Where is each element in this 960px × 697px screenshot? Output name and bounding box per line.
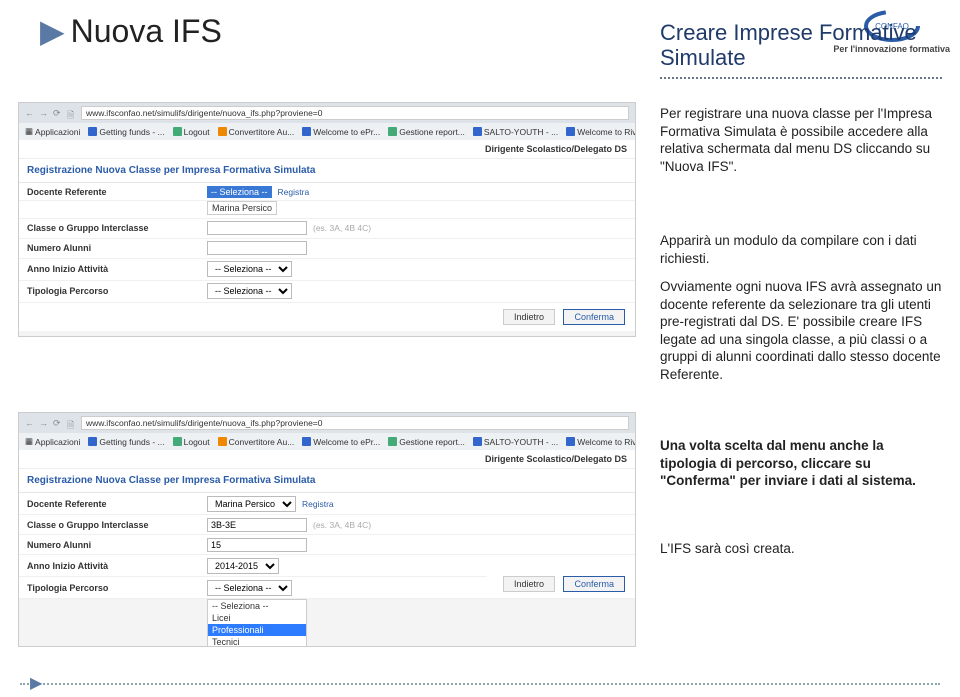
bookmark-item[interactable]: Welcome to Riv... — [566, 127, 636, 137]
label-classe: Classe o Gruppo Interclasse — [27, 223, 207, 233]
heading-rule-icon — [660, 77, 942, 79]
docente-select-open[interactable]: -- Seleziona -- — [207, 186, 272, 198]
file-icon: 🗎 — [67, 108, 77, 118]
bookmark-item[interactable]: Convertitore Au... — [218, 127, 295, 137]
footer-rule-icon — [20, 683, 940, 685]
dropdown-option[interactable]: Tecnici — [208, 636, 306, 647]
dropdown-option[interactable]: -- Seleziona -- — [208, 600, 306, 612]
label-numero: Numero Alunni — [27, 540, 207, 550]
grid-icon: ▦ — [25, 126, 33, 137]
side-heading: Creare Imprese Formative Simulate — [660, 20, 942, 79]
indietro-button[interactable]: Indietro — [503, 576, 555, 592]
dropdown-option-selected[interactable]: Professionali — [208, 624, 306, 636]
bookmark-item[interactable]: SALTO-YOUTH - ... — [473, 437, 558, 447]
conferma-button[interactable]: Conferma — [563, 576, 625, 592]
paragraph-intro: Per registrare una nuova classe per l'Im… — [660, 105, 942, 175]
tipologia-select[interactable]: -- Seleziona -- — [207, 283, 292, 299]
address-bar[interactable]: www.ifsconfao.net/simulifs/dirigente/nuo… — [81, 416, 629, 430]
paragraph-form: Apparirà un modulo da compilare con i da… — [660, 232, 942, 267]
forward-icon[interactable]: → — [39, 108, 49, 118]
bookmark-item[interactable]: Gestione report... — [388, 127, 465, 137]
numero-input[interactable] — [207, 538, 307, 552]
grid-icon: ▦ — [25, 436, 33, 447]
classe-input[interactable] — [207, 221, 307, 235]
paragraph-created: L'IFS sarà così creata. — [660, 540, 942, 558]
bookmark-apps[interactable]: ▦Applicazioni — [25, 436, 80, 447]
bookmark-item[interactable]: Getting funds - ... — [88, 127, 164, 137]
bookmark-item[interactable]: Logout — [173, 127, 210, 137]
bookmark-item[interactable]: SALTO-YOUTH - ... — [473, 127, 558, 137]
indietro-button[interactable]: Indietro — [503, 309, 555, 325]
footer-bullet-icon: ▶ — [30, 673, 42, 693]
label-classe: Classe o Gruppo Interclasse — [27, 520, 207, 530]
bookmarks-bar: ▦Applicazioni Getting funds - ... Logout… — [19, 123, 635, 140]
registra-link[interactable]: Registra — [278, 187, 310, 197]
tipologia-select[interactable]: -- Seleziona -- — [207, 580, 292, 596]
label-tipologia: Tipologia Percorso — [27, 286, 207, 296]
form-title: Registrazione Nuova Classe per Impresa F… — [19, 469, 635, 493]
label-numero: Numero Alunni — [27, 243, 207, 253]
bookmark-item[interactable]: Welcome to Riv... — [566, 437, 636, 447]
classe-hint: (es. 3A, 4B 4C) — [313, 223, 371, 233]
dropdown-option[interactable]: Licei — [208, 612, 306, 624]
bookmark-apps[interactable]: ▦Applicazioni — [25, 126, 80, 137]
bookmarks-bar: ▦Applicazioni Getting funds - ... Logout… — [19, 433, 635, 450]
address-bar[interactable]: www.ifsconfao.net/simulifs/dirigente/nuo… — [81, 106, 629, 120]
tipologia-dropdown-open[interactable]: -- Seleziona -- Licei Professionali Tecn… — [207, 599, 307, 647]
paragraph-conferma: Una volta scelta dal menu anche la tipol… — [660, 437, 942, 490]
paragraph-referente: Ovviamente ogni nuova IFS avrà assegnato… — [660, 278, 942, 383]
bookmark-item[interactable]: Logout — [173, 437, 210, 447]
bookmark-item[interactable]: Getting funds - ... — [88, 437, 164, 447]
numero-input[interactable] — [207, 241, 307, 255]
anno-select[interactable]: 2014-2015 — [207, 558, 279, 574]
conferma-button[interactable]: Conferma — [563, 309, 625, 325]
title-bullet-icon: ▶ — [40, 13, 65, 49]
registra-link[interactable]: Registra — [302, 499, 334, 509]
bookmark-item[interactable]: Welcome to ePr... — [302, 437, 380, 447]
back-icon[interactable]: ← — [25, 108, 35, 118]
page-title: ▶Nuova IFS — [40, 12, 222, 50]
label-docente: Docente Referente — [27, 499, 207, 509]
screenshot-empty-form: ← → ⟳ 🗎 www.ifsconfao.net/simulifs/dirig… — [18, 102, 636, 337]
docente-select[interactable]: Marina Persico — [207, 496, 296, 512]
screenshot-filled-form: ← → ⟳ 🗎 www.ifsconfao.net/simulifs/dirig… — [18, 412, 636, 647]
forward-icon[interactable]: → — [39, 418, 49, 428]
classe-hint: (es. 3A, 4B 4C) — [313, 520, 371, 530]
role-bar: Dirigente Scolastico/Delegato DS — [19, 450, 635, 469]
bookmark-item[interactable]: Gestione report... — [388, 437, 465, 447]
bookmark-item[interactable]: Convertitore Au... — [218, 437, 295, 447]
back-icon[interactable]: ← — [25, 418, 35, 428]
reload-icon[interactable]: ⟳ — [53, 418, 63, 428]
file-icon: 🗎 — [67, 418, 77, 428]
anno-select[interactable]: -- Seleziona -- — [207, 261, 292, 277]
docente-option[interactable]: Marina Persico — [207, 201, 277, 215]
label-docente: Docente Referente — [27, 187, 207, 197]
label-anno: Anno Inizio Attività — [27, 561, 207, 571]
label-anno: Anno Inizio Attività — [27, 264, 207, 274]
classe-input[interactable] — [207, 518, 307, 532]
label-tipologia: Tipologia Percorso — [27, 583, 207, 593]
form-title: Registrazione Nuova Classe per Impresa F… — [19, 159, 635, 183]
reload-icon[interactable]: ⟳ — [53, 108, 63, 118]
bookmark-item[interactable]: Welcome to ePr... — [302, 127, 380, 137]
role-bar: Dirigente Scolastico/Delegato DS — [19, 140, 635, 159]
